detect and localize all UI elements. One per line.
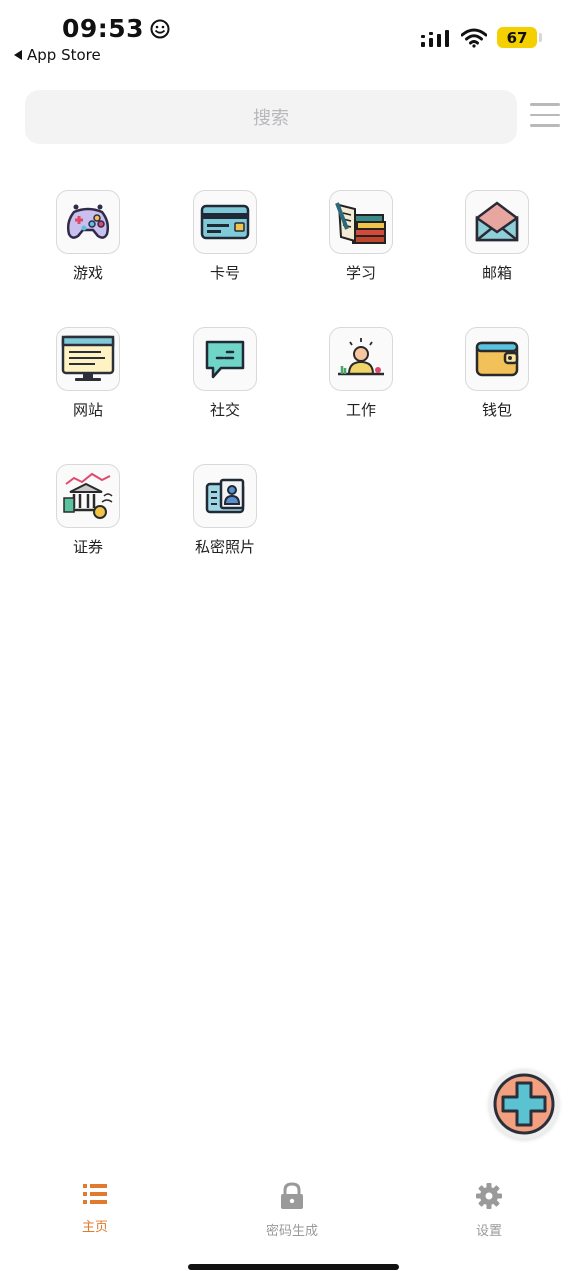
- tab-label: 主页: [81, 1220, 108, 1235]
- menu-icon[interactable]: [530, 103, 560, 129]
- category-label: 学习: [345, 264, 376, 282]
- cellular-signal-icon: [421, 29, 449, 47]
- category-securities[interactable]: 证券: [43, 464, 133, 557]
- books-icon: [329, 190, 393, 254]
- category-label: 邮箱: [481, 264, 512, 282]
- category-label: 社交: [209, 401, 240, 419]
- monitor-icon: [56, 327, 120, 391]
- gear-icon: [476, 1183, 502, 1209]
- envelope-icon: [465, 190, 529, 254]
- category-wallet[interactable]: 钱包: [452, 327, 542, 420]
- status-time: 09:53: [62, 14, 170, 43]
- chat-bubble-icon: [193, 327, 257, 391]
- category-work[interactable]: 工作: [316, 327, 406, 420]
- app-screen: 09:53 App Store 67 搜索 游戏 卡号 学习 邮箱 网站 社交 …: [0, 0, 579, 1271]
- battery-indicator: 67: [497, 27, 542, 48]
- category-card-numbers[interactable]: 卡号: [180, 190, 270, 283]
- back-label: App Store: [27, 46, 101, 64]
- tab-settings[interactable]: 设置: [444, 1182, 534, 1239]
- id-photo-icon: [193, 464, 257, 528]
- tab-label: 密码生成: [265, 1224, 318, 1239]
- category-label: 网站: [72, 401, 103, 419]
- category-websites[interactable]: 网站: [43, 327, 133, 420]
- category-label: 游戏: [72, 264, 103, 282]
- search-placeholder: 搜索: [253, 108, 289, 129]
- time-text: 09:53: [62, 14, 145, 43]
- wifi-icon: [461, 28, 487, 48]
- bank-stocks-icon: [56, 464, 120, 528]
- category-social[interactable]: 社交: [180, 327, 270, 420]
- plus-icon: [493, 1073, 555, 1135]
- add-entry-button[interactable]: [489, 1069, 559, 1139]
- category-email[interactable]: 邮箱: [452, 190, 542, 283]
- category-study[interactable]: 学习: [316, 190, 406, 283]
- search-field[interactable]: 搜索: [25, 90, 517, 144]
- lock-icon: [281, 1182, 303, 1209]
- wallet-icon: [465, 327, 529, 391]
- category-label: 钱包: [481, 401, 512, 419]
- battery-level: 67: [506, 28, 528, 47]
- back-to-app-store[interactable]: App Store: [14, 46, 101, 64]
- category-label: 证券: [72, 538, 103, 556]
- tab-home[interactable]: 主页: [50, 1182, 140, 1235]
- credit-card-icon: [193, 190, 257, 254]
- category-label: 工作: [345, 401, 376, 419]
- category-label: 卡号: [209, 264, 240, 282]
- worker-icon: [329, 327, 393, 391]
- back-arrow-icon: [14, 50, 22, 60]
- list-icon: [83, 1184, 107, 1204]
- tab-label: 设置: [475, 1224, 502, 1239]
- smiley-icon: [150, 19, 170, 38]
- category-games[interactable]: 游戏: [43, 190, 133, 283]
- home-indicator[interactable]: [188, 1264, 399, 1270]
- category-label: 私密照片: [194, 538, 255, 556]
- status-indicators: 67: [421, 27, 542, 48]
- gamepad-icon: [56, 190, 120, 254]
- tab-password-generator[interactable]: 密码生成: [247, 1182, 337, 1239]
- category-private-photos[interactable]: 私密照片: [180, 464, 270, 557]
